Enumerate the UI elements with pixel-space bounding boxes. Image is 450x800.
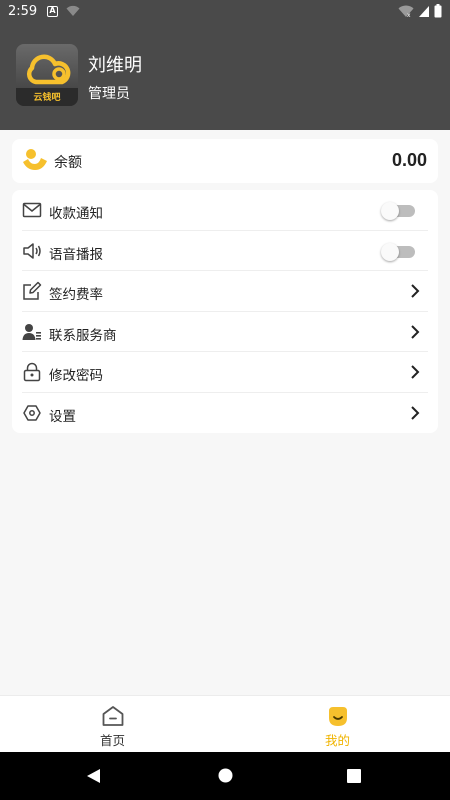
voice-broadcast-toggle[interactable] <box>381 242 415 261</box>
home-button-icon[interactable] <box>218 768 233 787</box>
menu-item-label: 修改密码 <box>49 368 103 384</box>
status-icons: x <box>398 4 442 18</box>
menu-item-label: 收款通知 <box>49 206 103 222</box>
menu-item-payment-notification: 收款通知 <box>12 190 438 231</box>
balance-value: 0.00 <box>391 150 427 170</box>
home-icon <box>101 705 125 727</box>
wifi-icon <box>66 5 80 21</box>
settings-icon <box>22 403 42 423</box>
status-bar: 2:59 A x <box>0 0 450 24</box>
edit-icon <box>22 281 42 301</box>
chevron-right-icon <box>410 283 420 303</box>
menu-item-contract-rate[interactable]: 签约费率 <box>12 271 438 312</box>
nav-home-label: 首页 <box>99 733 125 748</box>
nav-home[interactable]: 首页 <box>0 696 225 753</box>
contact-icon <box>22 322 42 342</box>
menu-item-label: 设置 <box>49 408 76 425</box>
menu-item-voice-broadcast: 语音播报 <box>12 231 438 271</box>
payment-notification-toggle[interactable] <box>381 202 415 220</box>
nav-mine-label: 我的 <box>324 733 350 748</box>
menu-item-label: 语音播报 <box>49 246 103 263</box>
settings-menu: 收款通知 语音播报 签约费率 联系服务商 修改密码 设置 <box>12 190 438 433</box>
menu-item-label: 签约费率 <box>49 287 103 303</box>
menu-item-contact-provider[interactable]: 联系服务商 <box>12 312 438 352</box>
recents-icon[interactable] <box>347 768 361 787</box>
mail-icon <box>22 200 42 220</box>
balance-label: 余额 <box>54 155 82 171</box>
notification-a-icon: A <box>47 6 58 17</box>
wallet-icon <box>22 148 48 176</box>
user-role: 管理员 <box>88 86 130 102</box>
menu-item-change-password[interactable]: 修改密码 <box>12 352 438 393</box>
logo-text: 云钱吧 <box>33 93 61 103</box>
chevron-right-icon <box>410 405 420 425</box>
svg-text:x: x <box>407 12 411 18</box>
signal-icon <box>419 5 429 17</box>
app-logo: 云钱吧 <box>16 44 78 106</box>
menu-item-settings[interactable]: 设置 <box>12 393 438 434</box>
lock-icon <box>22 362 42 382</box>
battery-icon <box>434 4 442 18</box>
balance-card[interactable]: 余额 0.00 <box>12 139 438 183</box>
system-nav-bar <box>0 752 450 800</box>
bottom-nav: 首页 我的 <box>0 695 450 752</box>
wifi-icon: x <box>398 5 414 18</box>
back-icon[interactable] <box>86 768 102 788</box>
chevron-right-icon <box>410 324 420 344</box>
status-time: 2:59 <box>8 4 38 19</box>
nav-mine[interactable]: 我的 <box>225 696 450 753</box>
menu-item-label: 联系服务商 <box>49 327 117 344</box>
chevron-right-icon <box>410 364 420 384</box>
mine-icon <box>326 705 350 727</box>
profile-header: 云钱吧 刘维明 管理员 <box>0 24 450 130</box>
user-name: 刘维明 <box>88 55 142 76</box>
speaker-icon <box>22 241 42 261</box>
